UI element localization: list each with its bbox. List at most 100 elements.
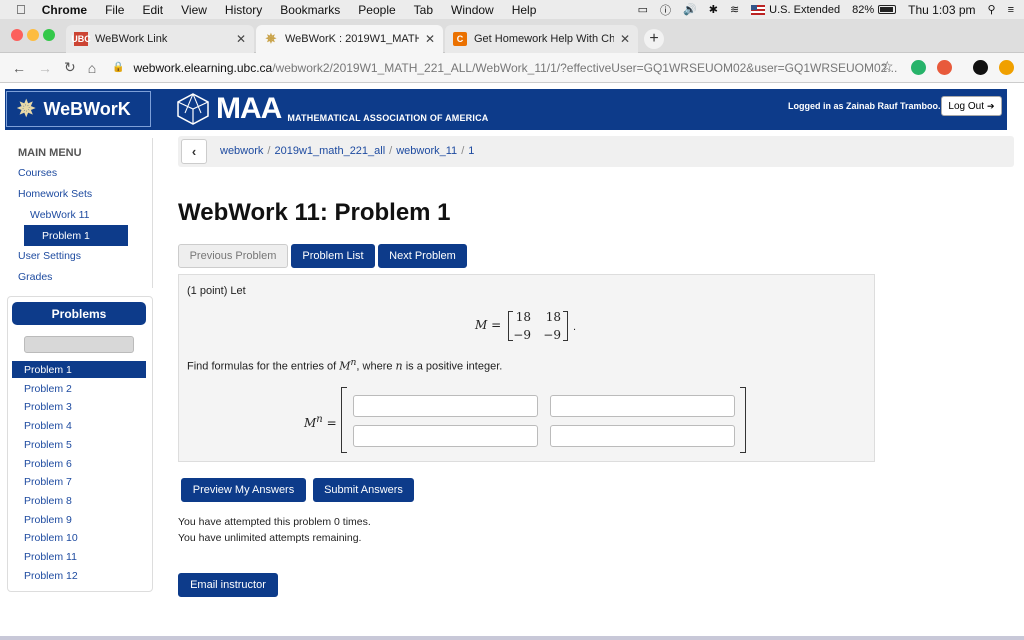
back-arrow-icon[interactable]: ← bbox=[12, 60, 26, 76]
menu-file[interactable]: File bbox=[105, 3, 124, 17]
webwork-star-icon: ✵ bbox=[17, 96, 36, 121]
close-tab-icon[interactable]: ✕ bbox=[620, 32, 630, 46]
forward-arrow-icon[interactable]: → bbox=[38, 60, 52, 76]
sign-out-icon: ➔ bbox=[987, 100, 995, 111]
chrome-menu-icon[interactable] bbox=[999, 60, 1014, 75]
close-tab-icon[interactable]: ✕ bbox=[236, 32, 246, 46]
sidebar-item-grades[interactable]: Grades bbox=[18, 271, 52, 283]
chegg-icon: C bbox=[453, 32, 467, 46]
volume-icon[interactable]: 🔊 bbox=[683, 3, 697, 16]
menu-tab[interactable]: Tab bbox=[414, 3, 433, 17]
maa-subtitle: MATHEMATICAL ASSOCIATION OF AMERICA bbox=[287, 113, 489, 123]
screen-mirror-icon[interactable]: ▭ bbox=[638, 3, 648, 16]
breadcrumb-set[interactable]: webwork_11 bbox=[396, 145, 457, 157]
problem-list-item-6[interactable]: Problem 6 bbox=[12, 455, 146, 472]
problem-list-item-5[interactable]: Problem 5 bbox=[12, 436, 146, 453]
url-path: /webwork2/2019W1_MATH_221_ALL/WebWork_11… bbox=[272, 60, 898, 75]
close-tab-icon[interactable]: ✕ bbox=[425, 32, 435, 46]
keyboard-layout[interactable]: U.S. Extended bbox=[769, 4, 840, 16]
ubc-icon: UBC bbox=[71, 32, 91, 46]
menu-bookmarks[interactable]: Bookmarks bbox=[280, 3, 340, 17]
problem-list-item-4[interactable]: Problem 4 bbox=[12, 417, 146, 434]
problem-list-item-10[interactable]: Problem 10 bbox=[12, 529, 146, 546]
next-problem-button[interactable]: Next Problem bbox=[378, 244, 467, 268]
breadcrumb-back-button[interactable]: ‹ bbox=[181, 139, 207, 164]
preview-answers-button[interactable]: Preview My Answers bbox=[181, 478, 306, 502]
log-out-label: Log Out bbox=[948, 100, 985, 112]
breadcrumb-course[interactable]: 2019w1_math_221_all bbox=[274, 145, 385, 157]
answer-right-bracket bbox=[740, 387, 746, 453]
problems-progress-bar bbox=[24, 336, 134, 353]
tab-webwork-link[interactable]: UBC WeBWork Link ✕ bbox=[66, 25, 254, 53]
mac-menubar:  Chrome File Edit View History Bookmark… bbox=[0, 0, 1024, 19]
info-icon[interactable]: ⓘ bbox=[660, 2, 671, 18]
answer-entry-21-input[interactable] bbox=[353, 425, 538, 447]
menu-people[interactable]: People bbox=[358, 3, 395, 17]
menu-edit[interactable]: Edit bbox=[142, 3, 163, 17]
problem-list-item-3[interactable]: Problem 3 bbox=[12, 398, 146, 415]
maa-logo[interactable]: MAA MATHEMATICAL ASSOCIATION OF AMERICA bbox=[176, 92, 488, 126]
battery-icon[interactable] bbox=[878, 5, 897, 14]
answer-entry-11-input[interactable] bbox=[353, 395, 538, 417]
tab-title: Get Homework Help With Chegg Study bbox=[474, 33, 614, 45]
clock[interactable]: Thu 1:03 pm bbox=[908, 3, 975, 17]
matrix-period: . bbox=[573, 321, 577, 333]
profile-avatar-icon[interactable] bbox=[973, 60, 988, 75]
menu-window[interactable]: Window bbox=[451, 3, 494, 17]
address-bar[interactable]: 🔒 webwork.elearning.ubc.ca /webwork2/201… bbox=[112, 57, 902, 78]
sidebar-item-problem-1[interactable]: Problem 1 bbox=[24, 225, 128, 246]
answer-entry-12-input[interactable] bbox=[550, 395, 735, 417]
tab-webwork-math[interactable]: ✵ WeBWorK : 2019W1_MATH_221_ALL ✕ bbox=[256, 25, 443, 53]
bluetooth-icon[interactable]: ✱ bbox=[709, 3, 718, 16]
battery-percent: 82% bbox=[852, 3, 875, 16]
apple-icon[interactable]:  bbox=[16, 2, 26, 17]
problem-list-item-1[interactable]: Problem 1 bbox=[12, 361, 146, 378]
menu-history[interactable]: History bbox=[225, 3, 262, 17]
answer-left-bracket bbox=[341, 387, 347, 453]
matrix-entry-11: 18 bbox=[515, 310, 531, 324]
menu-app[interactable]: Chrome bbox=[42, 3, 87, 17]
sidebar-item-user-settings[interactable]: User Settings bbox=[18, 250, 81, 262]
matrix-right-bracket bbox=[563, 311, 568, 341]
log-out-button[interactable]: Log Out ➔ bbox=[941, 96, 1002, 116]
webwork-logo[interactable]: ✵ WeBWorK bbox=[6, 91, 151, 127]
problem-list-item-11[interactable]: Problem 11 bbox=[12, 548, 146, 565]
bookmark-star-icon[interactable]: ☆ bbox=[881, 58, 894, 75]
reload-icon[interactable]: ↻ bbox=[64, 59, 76, 76]
previous-problem-button[interactable]: Previous Problem bbox=[178, 244, 288, 268]
wifi-icon[interactable]: ≋ bbox=[730, 3, 739, 16]
tab-title: WeBWork Link bbox=[95, 33, 168, 45]
sidebar-item-webwork-11[interactable]: WebWork 11 bbox=[30, 209, 90, 221]
spotlight-search-icon[interactable]: ⚲ bbox=[988, 3, 996, 16]
answer-entry-22-input[interactable] bbox=[550, 425, 735, 447]
problem-question: Find formulas for the entries of Mn, whe… bbox=[187, 357, 503, 373]
sidebar-item-homework-sets[interactable]: Homework Sets bbox=[18, 188, 92, 200]
submit-answers-button[interactable]: Submit Answers bbox=[313, 478, 414, 502]
problem-list-item-9[interactable]: Problem 9 bbox=[12, 511, 146, 528]
new-tab-button[interactable]: + bbox=[644, 29, 664, 49]
problem-list-item-12[interactable]: Problem 12 bbox=[12, 567, 146, 584]
main-menu-title: MAIN MENU bbox=[18, 147, 82, 159]
sidebar-item-courses[interactable]: Courses bbox=[18, 167, 57, 179]
problem-list-item-7[interactable]: Problem 7 bbox=[12, 473, 146, 490]
problem-list-item-2[interactable]: Problem 2 bbox=[12, 380, 146, 397]
zoom-window-icon[interactable] bbox=[43, 29, 55, 41]
extension-icon[interactable] bbox=[937, 60, 952, 75]
problems-header: Problems bbox=[12, 302, 146, 325]
us-flag-icon[interactable] bbox=[751, 4, 766, 15]
home-icon[interactable]: ⌂ bbox=[88, 60, 96, 76]
email-instructor-button[interactable]: Email instructor bbox=[178, 573, 278, 597]
problem-list-item-8[interactable]: Problem 8 bbox=[12, 492, 146, 509]
problem-intro: (1 point) Let bbox=[187, 285, 246, 297]
menu-help[interactable]: Help bbox=[512, 3, 537, 17]
breadcrumb-webwork[interactable]: webwork bbox=[220, 145, 263, 157]
breadcrumb: webwork/2019w1_math_221_all / webwork_11/1 bbox=[220, 145, 475, 157]
menu-view[interactable]: View bbox=[181, 3, 207, 17]
tab-chegg[interactable]: C Get Homework Help With Chegg Study ✕ bbox=[445, 25, 638, 53]
close-window-icon[interactable] bbox=[11, 29, 23, 41]
minimize-window-icon[interactable] bbox=[27, 29, 39, 41]
grammarly-extension-icon[interactable] bbox=[911, 60, 926, 75]
main-menu: MAIN MENU Courses Homework Sets WebWork … bbox=[7, 138, 153, 288]
notification-list-icon[interactable]: ≡ bbox=[1008, 4, 1014, 16]
problem-list-button[interactable]: Problem List bbox=[291, 244, 375, 268]
